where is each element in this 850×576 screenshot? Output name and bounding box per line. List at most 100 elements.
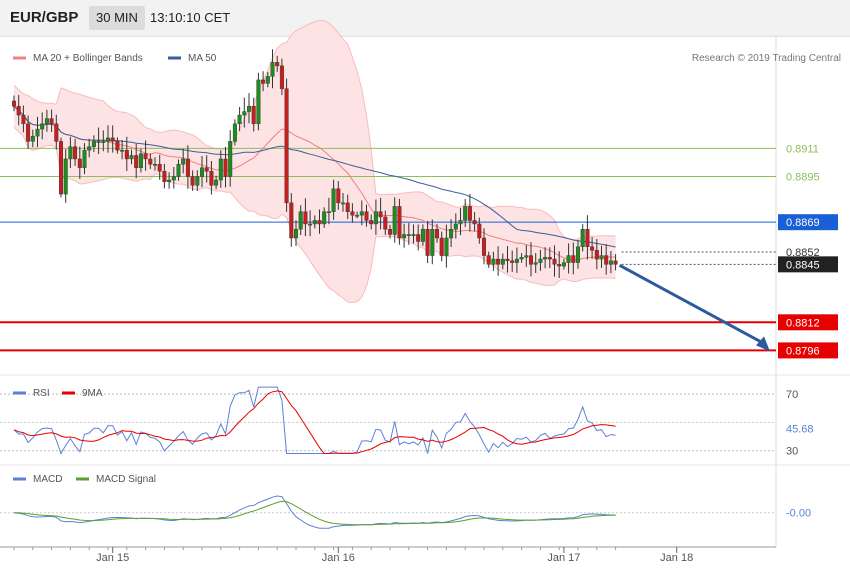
candle-body xyxy=(425,229,430,256)
candle-body xyxy=(500,258,505,265)
candle-body xyxy=(73,146,78,160)
legend-label: MA 50 xyxy=(188,53,217,64)
macd-value-label: -0.00 xyxy=(786,508,811,520)
candle-body xyxy=(463,206,468,221)
candle-body xyxy=(510,260,515,263)
candle-body xyxy=(580,229,585,247)
candle-body xyxy=(486,255,491,265)
candle-body xyxy=(420,229,425,242)
level-label: 0.8812 xyxy=(786,317,820,329)
candle-body xyxy=(317,220,322,225)
candle-body xyxy=(373,211,378,225)
candle-body xyxy=(115,141,120,151)
candle-body xyxy=(96,141,101,143)
candle-body xyxy=(444,237,449,256)
candle-body xyxy=(242,111,247,116)
candle-body xyxy=(345,202,350,212)
candle-body xyxy=(63,158,68,195)
candle-body xyxy=(397,206,402,239)
candle-body xyxy=(566,255,571,263)
candle-body xyxy=(105,137,110,142)
candle-body xyxy=(209,171,214,186)
candle-body xyxy=(359,211,364,216)
candle-body xyxy=(199,167,204,177)
chart-canvas: 0.89110.88950.88690.88120.87960.88520.88… xyxy=(0,19,850,564)
candle-body xyxy=(195,176,200,186)
candle-body xyxy=(237,114,242,125)
candle-body xyxy=(482,237,487,256)
candle-body xyxy=(350,211,355,216)
level-label: 0.8895 xyxy=(786,172,820,184)
candle-body xyxy=(599,255,604,260)
candle-body xyxy=(49,118,54,125)
candle-body xyxy=(364,211,369,221)
legend-label: MA 20 + Bollinger Bands xyxy=(33,53,143,64)
candle-body xyxy=(16,106,21,116)
candle-body xyxy=(87,146,92,151)
candle-body xyxy=(120,149,125,152)
candle-body xyxy=(59,141,64,195)
candle-body xyxy=(289,202,294,239)
candle-body xyxy=(453,223,458,230)
candle-body xyxy=(265,76,270,84)
candle-body xyxy=(256,79,261,125)
candle-body xyxy=(435,229,440,239)
macd-line xyxy=(13,495,616,529)
x-tick-label: Jan 16 xyxy=(322,552,355,564)
candle-body xyxy=(228,141,233,177)
level-label: 0.8869 xyxy=(786,217,820,229)
candle-body xyxy=(129,155,134,160)
candle-body xyxy=(604,255,609,265)
candle-body xyxy=(251,106,256,125)
candle-body xyxy=(538,258,543,263)
candle-body xyxy=(101,141,106,143)
candle-body xyxy=(430,229,435,256)
candle-body xyxy=(181,158,186,165)
candle-body xyxy=(439,237,444,256)
x-tick-label: Jan 17 xyxy=(547,552,580,564)
candle-body xyxy=(312,220,317,225)
candle-body xyxy=(576,246,581,263)
candle-body xyxy=(171,176,176,181)
candle-body xyxy=(322,211,327,225)
candle-body xyxy=(40,123,45,130)
candle-body xyxy=(204,167,209,172)
candle-body xyxy=(383,216,388,230)
candle-body xyxy=(608,260,613,265)
candle-body xyxy=(157,164,162,172)
candle-body xyxy=(514,258,519,263)
candle-body xyxy=(152,164,157,166)
candle-body xyxy=(336,188,341,204)
candle-body xyxy=(585,229,590,247)
candle-body xyxy=(176,164,181,177)
candle-body xyxy=(190,176,195,186)
candle-body xyxy=(472,220,477,225)
candle-body xyxy=(561,262,566,267)
x-tick-label: Jan 15 xyxy=(96,552,129,564)
candle-body xyxy=(21,114,26,125)
candle-body xyxy=(571,255,576,263)
level-label: 0.8796 xyxy=(786,345,820,357)
candle-body xyxy=(124,149,129,160)
candle-body xyxy=(458,220,463,225)
candle-body xyxy=(529,255,534,265)
candle-body xyxy=(162,171,167,182)
candle-body xyxy=(298,211,303,230)
candle-body xyxy=(378,211,383,218)
candle-body xyxy=(54,123,59,142)
candle-body xyxy=(138,153,143,168)
candle-body xyxy=(402,234,407,239)
candle-body xyxy=(91,141,96,147)
candle-body xyxy=(143,153,148,160)
candle-body xyxy=(82,149,87,168)
macd-legend-label: MACD Signal xyxy=(96,474,156,485)
macd-legend-label: MACD xyxy=(33,474,62,485)
candle-body xyxy=(547,257,552,260)
candle-body xyxy=(519,257,524,260)
candle-body xyxy=(35,128,40,137)
forecast-arrow-shaft xyxy=(618,264,763,344)
candle-body xyxy=(246,106,251,112)
candle-body xyxy=(411,234,416,236)
candle-body xyxy=(406,234,411,236)
candle-body xyxy=(388,229,393,235)
